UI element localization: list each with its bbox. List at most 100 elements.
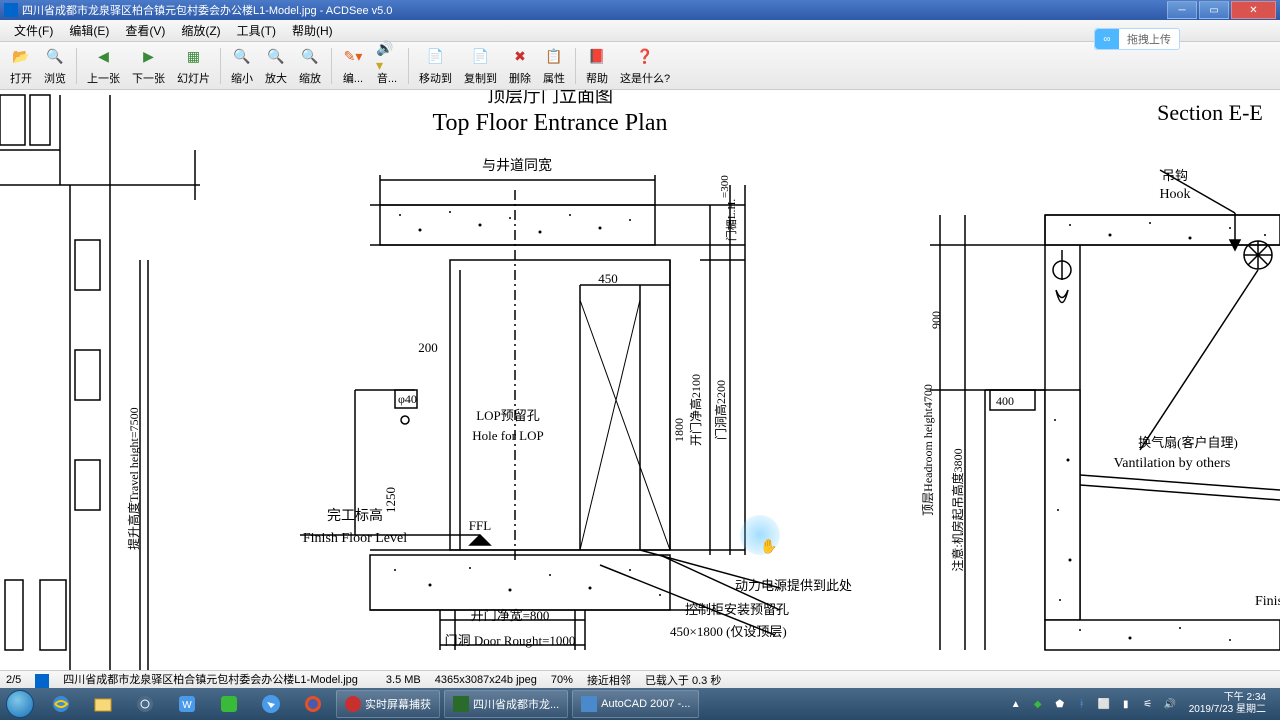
svg-text:顶层Headroom height4700: 顶层Headroom height4700 [921,384,935,516]
status-filesize: 3.5 MB [386,674,421,686]
menu-edit[interactable]: 编辑(E) [61,22,117,39]
menu-zoom[interactable]: 缩放(Z) [173,22,228,39]
upload-label: 拖拽上传 [1119,31,1179,47]
svg-text:Finish Floor Level: Finish Floor Level [303,531,407,546]
svg-text:开门净高2100: 开门净高2100 [688,374,703,446]
svg-text:注意:机房起吊高度3800: 注意:机房起吊高度3800 [950,448,965,571]
svg-text:吊钩: 吊钩 [1162,168,1188,183]
zoomin-button[interactable]: 🔍放大 [259,44,293,88]
svg-text:450: 450 [598,271,618,286]
taskbar-app-autocad[interactable]: AutoCAD 2007 -... [572,690,699,718]
upload-widget[interactable]: ∞ 拖拽上传 [1094,28,1180,50]
svg-text:Hole for LOP: Hole for LOP [472,428,544,443]
system-tray: ▲ ◆ ⬟ ᚼ ⬜ ▮ ⚟ 🔊 下午 2:342019/7/23 星期二 [999,688,1280,720]
maximize-button[interactable]: ▭ [1199,1,1229,19]
menu-tools[interactable]: 工具(T) [229,22,284,39]
taskbar-app-screencap[interactable]: 实时屏幕捕获 [336,690,440,718]
whatis-button[interactable]: ❓这是什么? [614,44,676,88]
titlebar: 四川省成都市龙泉驿区柏合镇元包村委会办公楼L1-Model.jpg - ACDS… [0,0,1280,20]
audio-button[interactable]: 🔊▾音... [370,44,404,88]
status-zoom: 70% [551,674,573,686]
status-dimensions: 4365x3087x24b jpeg [435,674,537,686]
taskbar-app-acdsee[interactable]: 四川省成都市龙... [444,690,568,718]
taskbar-browser-icon[interactable] [125,690,165,718]
tray-bluetooth-icon[interactable]: ᚼ [1074,696,1090,712]
status-loaded: 已载入于 0.3 秒 [645,672,721,688]
close-button[interactable]: ✕ [1231,1,1276,19]
image-viewport[interactable]: 顶层厅门立面图 Top Floor Entrance Plan Section … [0,90,1280,670]
taskbar-firefox-icon[interactable] [293,690,333,718]
svg-text:换气扇(客户自理): 换气扇(客户自理) [1138,435,1238,450]
prev-button[interactable]: ◀上一张 [81,44,126,88]
status-proximity: 接近相邻 [587,672,631,688]
svg-text:=300: =300 [719,175,731,198]
minimize-button[interactable]: ─ [1167,1,1197,19]
svg-text:Top Floor Entrance Plan: Top Floor Entrance Plan [433,110,668,136]
moveto-button[interactable]: 📄移动到 [413,44,458,88]
help-button[interactable]: 📕帮助 [580,44,614,88]
delete-button[interactable]: ✖删除 [503,44,537,88]
browse-button[interactable]: 🔍浏览 [38,44,72,88]
menu-help[interactable]: 帮助(H) [284,22,341,39]
taskbar-dingtalk-icon[interactable] [251,690,291,718]
props-button[interactable]: 📋属性 [537,44,571,88]
tray-flag-icon[interactable]: ▲ [1008,696,1024,712]
app-icon [4,3,18,17]
taskbar-clock[interactable]: 下午 2:342019/7/23 星期二 [1181,692,1274,716]
tray-safe-icon[interactable]: ◆ [1030,696,1046,712]
drawing-svg: 顶层厅门立面图 Top Floor Entrance Plan Section … [0,90,1280,670]
next-button[interactable]: ▶下一张 [126,44,171,88]
taskbar: W 实时屏幕捕获 四川省成都市龙... AutoCAD 2007 -... ▲ … [0,688,1280,720]
svg-text:W: W [182,700,192,711]
zoomout-button[interactable]: 🔍缩小 [225,44,259,88]
svg-text:450×1800 (仅设顶层): 450×1800 (仅设顶层) [670,624,787,639]
svg-text:400: 400 [996,394,1014,408]
svg-text:FFL: FFL [469,518,491,533]
start-button[interactable] [0,688,40,720]
file-icon [35,674,49,688]
menu-file[interactable]: 文件(F) [6,22,61,39]
taskbar-explorer-icon[interactable] [83,690,123,718]
upload-icon: ∞ [1095,29,1119,49]
svg-text:900: 900 [929,311,943,329]
zoomsel-button[interactable]: 🔍缩放 [293,44,327,88]
svg-text:1250: 1250 [383,487,398,513]
toolbar: 📂打开 🔍浏览 ◀上一张 ▶下一张 ▦幻灯片 🔍缩小 🔍放大 🔍缩放 ✎▾编..… [0,42,1280,90]
slideshow-button[interactable]: ▦幻灯片 [171,44,216,88]
svg-text:门洞高2200: 门洞高2200 [713,380,728,440]
open-button[interactable]: 📂打开 [4,44,38,88]
menu-view[interactable]: 查看(V) [117,22,173,39]
svg-text:Hook: Hook [1159,187,1190,202]
svg-text:Finish: Finish [1255,594,1280,609]
svg-text:门洞 Door Rought=1000: 门洞 Door Rought=1000 [445,633,576,648]
status-page: 2/5 [6,674,21,686]
window-title: 四川省成都市龙泉驿区柏合镇元包村委会办公楼L1-Model.jpg - ACDS… [22,2,1165,18]
status-filename: 四川省成都市龙泉驿区柏合镇元包村委会办公楼L1-Model.jpg [63,674,358,686]
taskbar-ie-icon[interactable] [41,690,81,718]
tray-shield-icon[interactable]: ⬟ [1052,696,1068,712]
svg-text:提升高度Travel height=7500: 提升高度Travel height=7500 [126,407,141,550]
svg-text:完工标高: 完工标高 [327,507,383,524]
taskbar-wps-icon[interactable]: W [167,690,207,718]
svg-text:LOP预留孔: LOP预留孔 [476,408,540,423]
tray-volume-icon[interactable]: 🔊 [1162,696,1178,712]
tray-wifi-icon[interactable]: ⚟ [1140,696,1156,712]
svg-text:200: 200 [418,340,438,355]
statusbar: 2/5 四川省成都市龙泉驿区柏合镇元包村委会办公楼L1-Model.jpg 3.… [0,670,1280,688]
svg-text:门楣L.H.: 门楣L.H. [724,199,738,241]
taskbar-iqiyi-icon[interactable] [209,690,249,718]
svg-text:Section E-E: Section E-E [1157,100,1263,125]
menubar: 文件(F) 编辑(E) 查看(V) 缩放(Z) 工具(T) 帮助(H) [0,20,1280,42]
svg-text:Vantilation by others: Vantilation by others [1114,456,1231,471]
svg-text:控制柜安装预留孔: 控制柜安装预留孔 [685,602,789,617]
svg-text:与井道同宽: 与井道同宽 [482,157,552,174]
edit-button[interactable]: ✎▾编... [336,44,370,88]
tray-battery-icon[interactable]: ▮ [1118,696,1134,712]
svg-text:开门净宽=800: 开门净宽=800 [471,608,550,623]
copyto-button[interactable]: 📄复制到 [458,44,503,88]
tray-network-icon[interactable]: ⬜ [1096,696,1112,712]
svg-text:1800: 1800 [672,418,686,442]
svg-text:φ40: φ40 [398,392,417,406]
svg-text:动力电源提供到此处: 动力电源提供到此处 [735,578,852,593]
svg-text:顶层厅门立面图: 顶层厅门立面图 [487,90,613,106]
